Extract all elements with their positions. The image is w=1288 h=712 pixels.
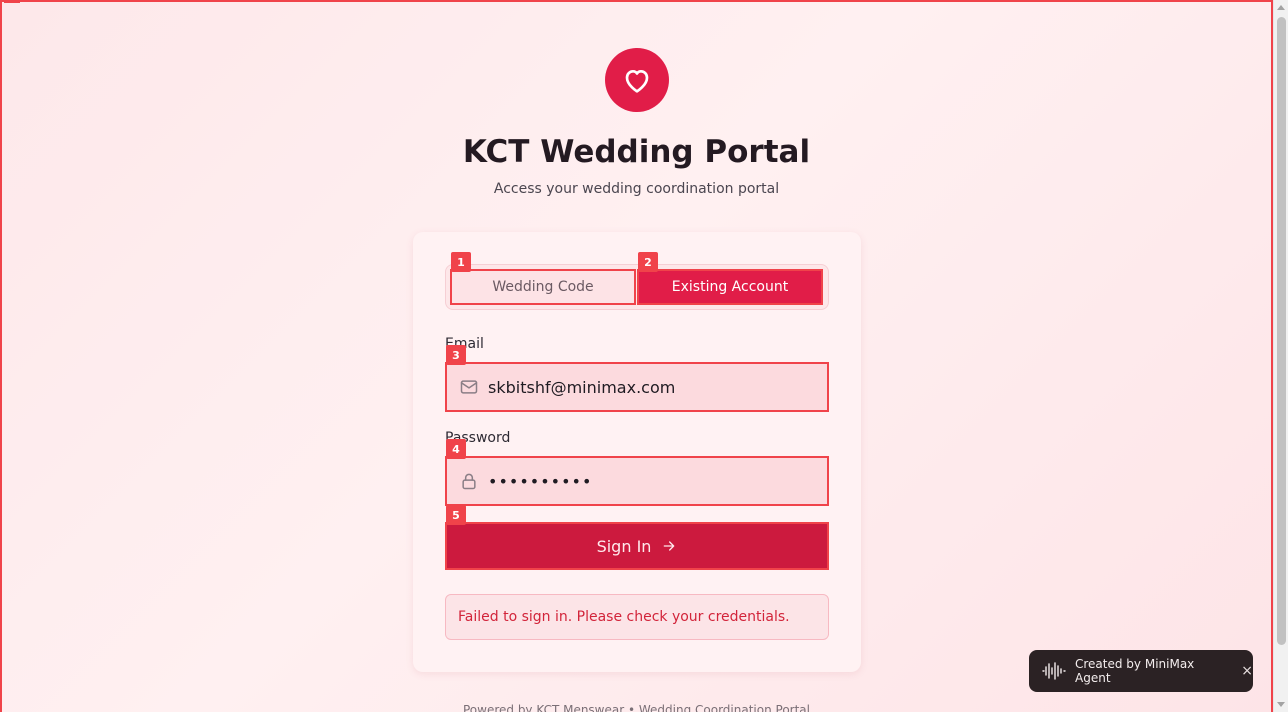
corner-marker — [4, 0, 20, 3]
arrow-right-icon — [661, 538, 677, 554]
scrollbar[interactable] — [1273, 0, 1288, 712]
tab-wedding-code[interactable]: Wedding Code — [450, 269, 636, 305]
scroll-down-icon[interactable] — [1277, 702, 1285, 707]
email-badge: 3 — [446, 345, 466, 365]
page-title: KCT Wedding Portal — [462, 134, 811, 170]
sign-in-label: Sign In — [596, 536, 652, 556]
waveform-icon — [1041, 661, 1067, 681]
tab-badge-2: 2 — [638, 252, 658, 272]
password-badge: 4 — [446, 439, 466, 459]
password-value[interactable]: •••••••••• — [488, 472, 808, 491]
toast-label: Created by MiniMax Agent — [1075, 657, 1195, 685]
scroll-thumb[interactable] — [1277, 17, 1286, 645]
email-field[interactable]: skbitshf@minimax.com — [445, 362, 829, 412]
footer-text: Powered by KCT Menswear • Wedding Coordi… — [462, 703, 810, 712]
email-value[interactable]: skbitshf@minimax.com — [488, 378, 808, 397]
close-icon[interactable]: × — [1241, 663, 1253, 679]
error-message: Failed to sign in. Please check your cre… — [445, 594, 829, 640]
tab-existing-account[interactable]: Existing Account — [637, 269, 823, 305]
scroll-up-icon[interactable] — [1277, 5, 1285, 10]
created-by-toast[interactable]: Created by MiniMax Agent × — [1029, 650, 1253, 692]
password-field[interactable]: •••••••••• — [445, 456, 829, 506]
heart-icon — [625, 70, 649, 93]
sign-in-button[interactable]: Sign In — [445, 522, 829, 570]
page-subtitle: Access your wedding coordination portal — [493, 181, 780, 197]
login-card: Wedding Code Existing Account 1 2 Email … — [413, 232, 861, 672]
sign-in-badge: 5 — [446, 505, 466, 525]
lock-icon — [459, 471, 479, 491]
mail-icon — [459, 377, 479, 397]
tab-badge-1: 1 — [451, 252, 471, 272]
logo-circle — [605, 48, 669, 112]
login-tabs: Wedding Code Existing Account — [445, 264, 829, 310]
